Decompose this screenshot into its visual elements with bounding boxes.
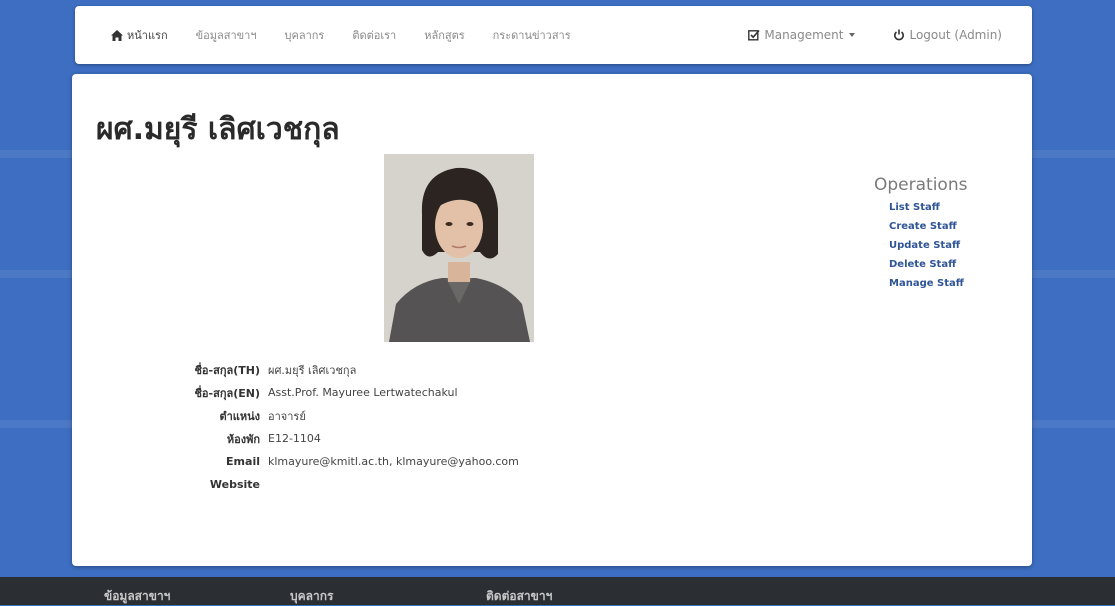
list-staff-link[interactable]: List Staff	[889, 202, 1014, 213]
nav-item-label: ติดต่อเรา	[352, 29, 397, 42]
logout-label: Logout (Admin)	[909, 28, 1002, 42]
nav-item-label: บุคลากร	[284, 29, 325, 42]
management-dropdown[interactable]: Management	[748, 28, 856, 42]
management-label: Management	[764, 28, 844, 42]
staff-details: ชื่อ-สกุล(TH) ผศ.มยุรี เลิศเวชกุล ชื่อ-ส…	[72, 358, 772, 496]
detail-row-position: ตำแหน่ง อาจารย์	[72, 404, 772, 427]
detail-row-name-th: ชื่อ-สกุล(TH) ผศ.มยุรี เลิศเวชกุล	[72, 358, 772, 381]
nav-item-label: หน้าแรก	[127, 29, 168, 42]
detail-label: ตำแหน่ง	[219, 409, 260, 423]
chevron-down-icon	[849, 33, 856, 37]
update-staff-link[interactable]: Update Staff	[889, 240, 1014, 251]
check-square-icon	[748, 29, 761, 41]
detail-label: ชื่อ-สกุล(TH)	[194, 363, 260, 377]
detail-value: E12-1104	[268, 432, 321, 445]
top-navbar: หน้าแรก ข้อมูลสาขาฯ บุคลากร ติดต่อเรา หล…	[75, 6, 1032, 64]
nav-item-label: ข้อมูลสาขาฯ	[195, 29, 257, 42]
detail-row-website: Website	[72, 473, 772, 496]
create-staff-link[interactable]: Create Staff	[889, 221, 1014, 232]
detail-label: Website	[209, 478, 260, 491]
nav-item-curriculum[interactable]: หลักสูตร	[424, 26, 464, 44]
nav-item-home[interactable]: หน้าแรก	[111, 26, 168, 44]
detail-row-email: Email klmayure@kmitl.ac.th, klmayure@yah…	[72, 450, 772, 473]
logout-link[interactable]: Logout (Admin)	[893, 28, 1002, 42]
home-icon	[111, 29, 123, 41]
delete-staff-link[interactable]: Delete Staff	[889, 259, 1014, 270]
nav-item-label: หลักสูตร	[424, 29, 465, 42]
operations-title: Operations	[874, 175, 968, 195]
detail-row-name-en: ชื่อ-สกุล(EN) Asst.Prof. Mayuree Lertwat…	[72, 381, 772, 404]
detail-value: Asst.Prof. Mayuree Lertwatechakul	[268, 386, 458, 399]
nav-item-contact[interactable]: ติดต่อเรา	[352, 26, 396, 44]
nav-item-staff[interactable]: บุคลากร	[285, 26, 325, 44]
operations-sidebar: Operations List Staff Create Staff Updat…	[874, 175, 1014, 297]
footer-link-department-info[interactable]: ข้อมูลสาขาฯ	[104, 587, 170, 606]
nav-item-department-info[interactable]: ข้อมูลสาขาฯ	[196, 26, 257, 44]
nav-left-group: หน้าแรก ข้อมูลสาขาฯ บุคลากร ติดต่อเรา หล…	[111, 6, 599, 64]
footer-link-staff[interactable]: บุคลากร	[290, 587, 333, 606]
detail-value: klmayure@kmitl.ac.th, klmayure@yahoo.com	[268, 455, 519, 468]
page-title: ผศ.มยุรี เลิศเวชกุล	[96, 112, 340, 147]
nav-item-label: กระดานข่าวสาร	[492, 29, 571, 42]
detail-label: ชื่อ-สกุล(EN)	[194, 386, 260, 400]
detail-label: Email	[226, 455, 260, 468]
detail-value: ผศ.มยุรี เลิศเวชกุล	[268, 363, 357, 377]
power-icon	[893, 29, 905, 41]
manage-staff-link[interactable]: Manage Staff	[889, 278, 1014, 289]
footer-link-contact[interactable]: ติดต่อสาขาฯ	[486, 587, 552, 606]
footer: ข้อมูลสาขาฯ บุคลากร ติดต่อสาขาฯ	[0, 577, 1115, 605]
detail-value: อาจารย์	[268, 409, 306, 423]
detail-row-office: ห้องพัก E12-1104	[72, 427, 772, 450]
staff-photo	[384, 154, 534, 342]
nav-right-group: Management Logout (Admin)	[710, 6, 1002, 64]
main-panel: ผศ.มยุรี เลิศเวชกุล Operations List Staf…	[72, 74, 1032, 566]
detail-label: ห้องพัก	[226, 432, 260, 446]
nav-item-news-board[interactable]: กระดานข่าวสาร	[493, 26, 571, 44]
